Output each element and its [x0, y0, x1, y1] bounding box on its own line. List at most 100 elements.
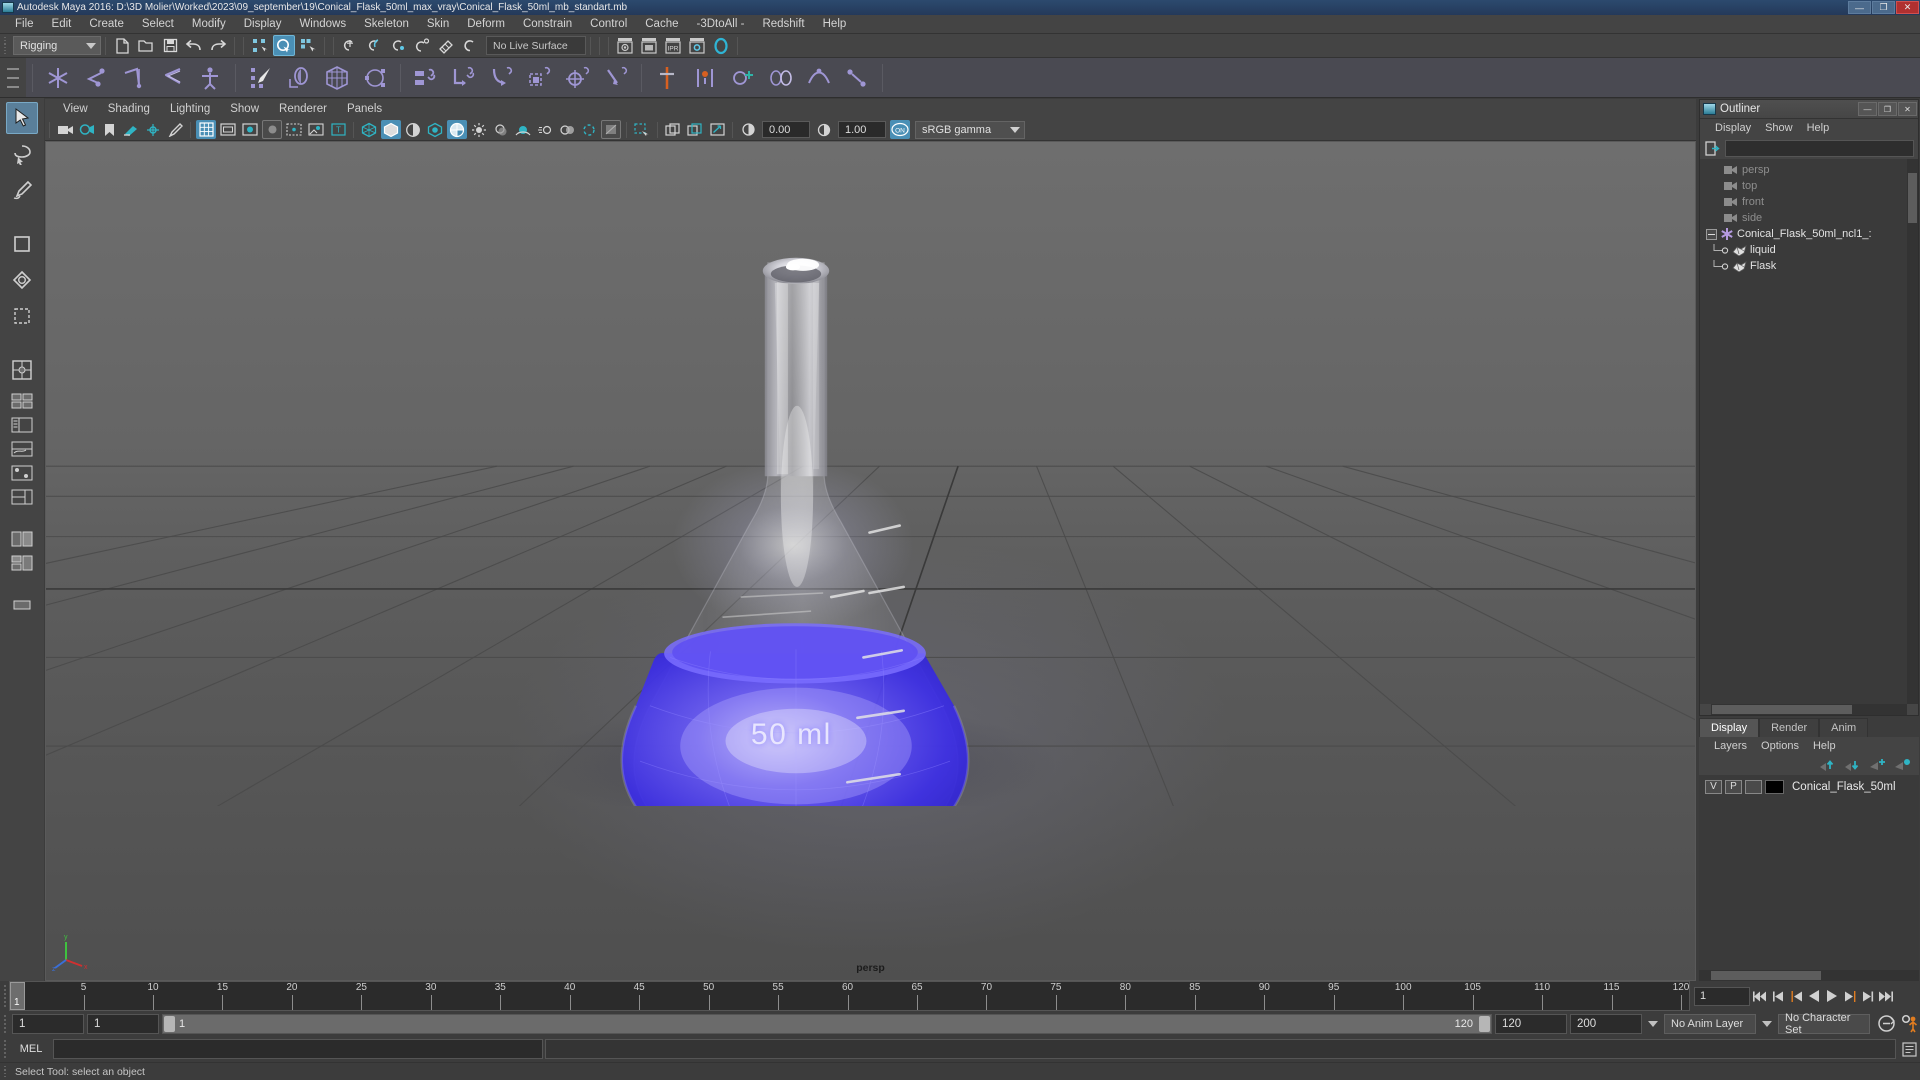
viewport-menu-panels[interactable]: Panels: [337, 99, 392, 119]
outliner-vertical-scrollbar[interactable]: [1907, 159, 1918, 704]
blend-shape-icon[interactable]: [764, 61, 798, 95]
shaded-wireframe-icon[interactable]: [425, 120, 445, 139]
shelf-tab-strip[interactable]: [0, 58, 26, 97]
layer-visibility-toggle[interactable]: V: [1705, 779, 1722, 794]
menu-skin[interactable]: Skin: [418, 15, 458, 34]
menu-control[interactable]: Control: [581, 15, 636, 34]
range-start-handle[interactable]: [164, 1015, 175, 1032]
layer-row[interactable]: V P Conical_Flask_50ml: [1699, 778, 1919, 795]
xray-joints-icon[interactable]: [601, 120, 621, 139]
last-layout[interactable]: [6, 594, 38, 616]
resolution-gate-icon[interactable]: [240, 120, 260, 139]
menu-help[interactable]: Help: [814, 15, 856, 34]
menu-deform[interactable]: Deform: [458, 15, 514, 34]
animation-start-time-field[interactable]: 1: [12, 1013, 84, 1034]
new-scene-icon[interactable]: [111, 35, 133, 56]
menu-3dtoall[interactable]: -3DtoAll -: [688, 15, 754, 34]
add-to-character-set-icon[interactable]: [726, 61, 760, 95]
outliner-filter-icon[interactable]: [1704, 140, 1721, 157]
undo-icon[interactable]: [183, 35, 205, 56]
statusline-grip[interactable]: [0, 34, 9, 57]
scale-constraint-icon[interactable]: [523, 61, 557, 95]
ik-handle-icon[interactable]: [155, 61, 189, 95]
scrollbar-thumb[interactable]: [1712, 705, 1852, 714]
film-origin-icon[interactable]: [284, 120, 304, 139]
outliner-menu-help[interactable]: Help: [1800, 122, 1837, 134]
playback-end-time-field[interactable]: 120: [1495, 1013, 1567, 1034]
2d-pan-zoom-icon[interactable]: [143, 120, 163, 139]
xray-active-components-icon[interactable]: [632, 120, 652, 139]
lasso-select-tool[interactable]: [6, 138, 38, 170]
snap-to-point-icon[interactable]: [387, 35, 409, 56]
lighting-icon[interactable]: [469, 120, 489, 139]
move-layer-down-icon[interactable]: [1844, 758, 1861, 772]
range-bar[interactable]: 1 120: [162, 1013, 1492, 1034]
viewport-menu-shading[interactable]: Shading: [98, 99, 160, 119]
grid-toggle-icon[interactable]: [196, 120, 216, 139]
outliner-item-conical-flask-group[interactable]: Conical_Flask_50ml_ncl1_:: [1700, 226, 1918, 242]
play-backwards-icon[interactable]: [1806, 987, 1822, 1006]
script-editor-icon[interactable]: [1898, 1039, 1920, 1059]
snap-to-curve-icon[interactable]: [363, 35, 385, 56]
commandline-grip[interactable]: [0, 1036, 9, 1062]
lattice-deformer-icon[interactable]: [320, 61, 354, 95]
chevron-down-icon[interactable]: [1648, 1020, 1658, 1027]
tab-anim[interactable]: Anim: [1819, 718, 1869, 737]
go-to-start-icon[interactable]: [1752, 987, 1768, 1006]
four-view-layout[interactable]: [6, 390, 38, 412]
bind-skin-icon[interactable]: [282, 61, 316, 95]
outliner-horizontal-scrollbar[interactable]: [1700, 704, 1918, 715]
create-deformer-icon[interactable]: [802, 61, 836, 95]
menu-display[interactable]: Display: [235, 15, 291, 34]
scroll-left-arrow-icon[interactable]: [1700, 704, 1711, 715]
film-gate-icon[interactable]: [218, 120, 238, 139]
go-to-end-icon[interactable]: [1878, 987, 1894, 1006]
gamma-field[interactable]: 1.00: [838, 121, 886, 138]
command-language-label[interactable]: MEL: [11, 1043, 51, 1055]
time-slider-track[interactable]: 1 5 10 15 20 25 30 35 40 45 50 55 60 65 70 75 80 85 90 95 1…: [9, 981, 1690, 1011]
outliner-minimize-button[interactable]: —: [1858, 102, 1877, 116]
render-view-icon[interactable]: [707, 120, 727, 139]
orient-constraint-icon[interactable]: [485, 61, 519, 95]
layer-state-toggle[interactable]: [1745, 779, 1762, 794]
smooth-shade-all-icon[interactable]: [403, 120, 423, 139]
layer-editor-horizontal-scrollbar[interactable]: [1699, 970, 1919, 981]
shadows-icon[interactable]: [491, 120, 511, 139]
layer-menu-help[interactable]: Help: [1806, 740, 1843, 752]
persp-outliner-layout[interactable]: [6, 486, 38, 508]
menu-create[interactable]: Create: [80, 15, 133, 34]
auto-keyframe-icon[interactable]: [1877, 1014, 1897, 1033]
exposure-adjust-icon[interactable]: [738, 120, 758, 139]
paint-select-tool[interactable]: [6, 174, 38, 206]
irender-region-icon[interactable]: [638, 35, 660, 56]
point-constraint-icon[interactable]: [447, 61, 481, 95]
outliner-search-input[interactable]: [1725, 139, 1914, 157]
quick-rig-icon[interactable]: [193, 61, 227, 95]
grease-pencil-icon[interactable]: [165, 120, 185, 139]
character-set-selector[interactable]: No Character Set: [1778, 1012, 1870, 1036]
cluster-deformer-icon[interactable]: [358, 61, 392, 95]
gamma-adjust-icon[interactable]: [814, 120, 834, 139]
step-back-keyframe-icon[interactable]: [1770, 987, 1786, 1006]
create-joint-icon[interactable]: [41, 61, 75, 95]
animation-preferences-icon[interactable]: [1900, 1014, 1920, 1033]
outliner-persp-layout[interactable]: [6, 414, 38, 436]
viewport-menu-renderer[interactable]: Renderer: [269, 99, 337, 119]
xray-icon[interactable]: T: [328, 120, 348, 139]
live-surface-field[interactable]: No Live Surface: [486, 36, 586, 55]
layer-menu-options[interactable]: Options: [1754, 740, 1806, 752]
outliner-tree[interactable]: persp top front side Conical_Flask_50ml_…: [1700, 159, 1918, 704]
menu-windows[interactable]: Windows: [290, 15, 355, 34]
select-by-component-icon[interactable]: [297, 35, 319, 56]
bookmark-icon[interactable]: [99, 120, 119, 139]
tab-render[interactable]: Render: [1759, 718, 1820, 737]
step-forward-keyframe-icon[interactable]: [1860, 987, 1876, 1006]
command-input[interactable]: [53, 1039, 543, 1059]
scrollbar-thumb[interactable]: [1908, 173, 1917, 223]
select-by-hierarchy-icon[interactable]: [249, 35, 271, 56]
outliner-item-top[interactable]: top: [1700, 178, 1918, 194]
menu-redshift[interactable]: Redshift: [753, 15, 813, 34]
chevron-down-icon[interactable]: [1762, 1020, 1772, 1027]
menu-cache[interactable]: Cache: [636, 15, 687, 34]
pole-vector-constraint-icon[interactable]: [599, 61, 633, 95]
